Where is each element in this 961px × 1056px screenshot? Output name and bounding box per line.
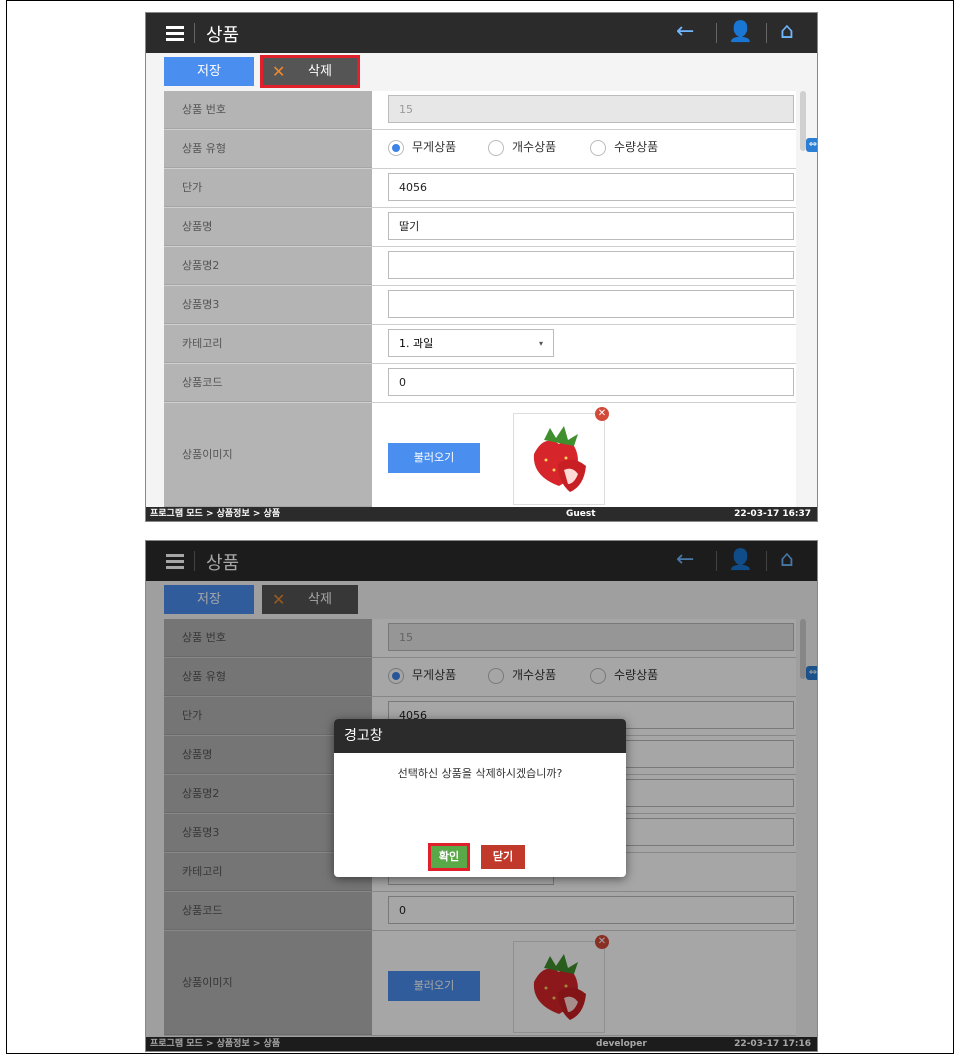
unit-price-label: 단가 [164,169,372,207]
save-button[interactable]: 저장 [164,57,254,86]
radio-circle [488,139,504,156]
product-code-field[interactable]: 0 [388,368,794,396]
radio-label: 무게상품 [412,140,457,154]
product-name-field[interactable]: 딸기 [388,212,794,240]
product-name2-field[interactable] [388,251,794,279]
row-product-code: 상품코드 0 [164,364,796,403]
divider [766,23,767,43]
row-product-name: 상품명 딸기 [164,208,796,247]
row-category: 카테고리 1. 과일 ▾ [164,325,796,364]
breadcrumb: 프로그램 모드 > 상품정보 > 상품 [150,509,281,519]
status-bar: 프로그램 모드 > 상품정보 > 상품 Guest 22-03-17 16:37 [146,507,817,521]
unit-price-field[interactable]: 4056 [388,173,794,201]
product-form: 상품 번호 15 상품 유형 무게상품 개수상품 수량상품 단가 4056 상품… [164,91,796,508]
confirm-dialog: 경고창 선택하신 상품을 삭제하시겠습니까? 확인 닫기 [334,719,626,877]
close-button[interactable]: 닫기 [481,845,525,869]
category-select[interactable]: 1. 과일 ▾ [388,329,554,357]
row-product-image: 상품이미지 불러오기 ✕ [164,403,796,508]
product-no-field: 15 [388,95,794,123]
radio-weight[interactable]: 무게상품 [388,138,456,156]
delete-label: 삭제 [308,64,332,79]
product-type-label: 상품 유형 [164,130,372,168]
select-arrow-icon: ▾ [538,339,543,348]
confirm-button[interactable]: 확인 [428,843,470,871]
row-product-name2: 상품명2 [164,247,796,286]
product-no-label: 상품 번호 [164,91,372,129]
radio-count[interactable]: 개수상품 [488,138,556,156]
row-product-name3: 상품명3 [164,286,796,325]
menu-icon[interactable] [166,26,184,41]
radio-circle [590,139,606,156]
timestamp: 22-03-17 16:37 [734,509,811,519]
category-value: 1. 과일 [399,337,434,350]
product-code-label: 상품코드 [164,364,372,402]
user-name: Guest [566,509,596,519]
toolbar: 저장 ✕ 삭제 [146,53,817,91]
top-bar: 상품 ← 👤 ⌂ [146,13,817,53]
divider [716,23,717,43]
row-product-no: 상품 번호 15 [164,91,796,130]
load-image-button[interactable]: 불러오기 [388,443,480,473]
radio-circle [388,139,404,156]
delete-button[interactable]: ✕ 삭제 [260,55,360,88]
remove-image-icon[interactable]: ✕ [595,407,609,421]
category-label: 카테고리 [164,325,372,363]
home-icon[interactable]: ⌂ [780,19,794,44]
product-name-label: 상품명 [164,208,372,246]
screen-product-edit: 상품 ← 👤 ⌂ 저장 ✕ 삭제 상품 번호 15 상품 유형 무게상품 개수상… [145,12,818,522]
radio-label: 수량상품 [614,140,659,154]
screen-product-delete-confirm: 상품 ← 👤 ⌂ 저장 ✕ 삭제 상품 번호 15 상품 유형 무게상품 개수상… [145,540,818,1052]
back-arrow-icon[interactable]: ← [676,19,694,44]
product-image-label: 상품이미지 [164,403,372,507]
side-panel-icon[interactable]: ⇔ [806,138,817,152]
dialog-message: 선택하신 상품을 삭제하시겠습니까? [397,767,563,780]
dialog-title: 경고창 [334,719,626,753]
product-name3-field[interactable] [388,290,794,318]
row-unit-price: 단가 4056 [164,169,796,208]
product-name2-label: 상품명2 [164,247,372,285]
user-lock-icon[interactable]: 👤 [728,19,753,43]
radio-quantity[interactable]: 수량상품 [590,138,658,156]
strawberry-image [513,413,605,505]
page-title: 상품 [206,25,240,46]
divider [194,23,195,43]
row-product-type: 상품 유형 무게상품 개수상품 수량상품 [164,130,796,169]
close-icon: ✕ [272,62,286,81]
radio-label: 개수상품 [512,140,557,154]
product-name3-label: 상품명3 [164,286,372,324]
